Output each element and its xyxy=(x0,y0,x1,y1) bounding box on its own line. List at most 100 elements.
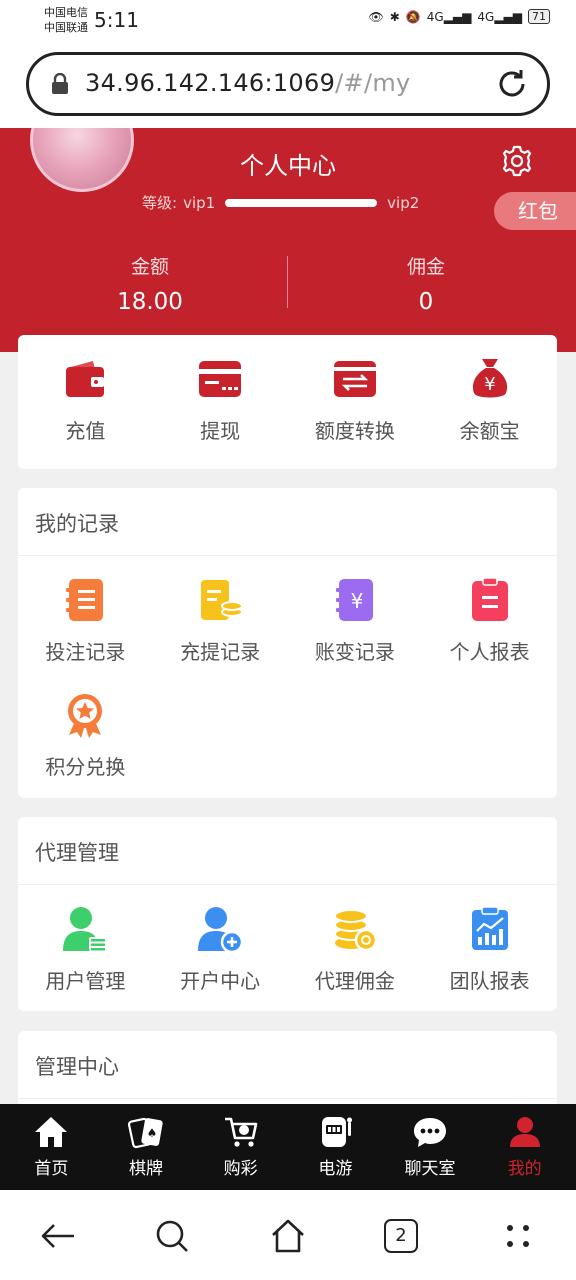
user-manage-button[interactable]: 用户管理 xyxy=(18,885,153,1000)
lock-icon xyxy=(52,73,68,94)
profile-header: 个人中心 等级: vip1 vip2 红包 金额 18.00 佣金 0 xyxy=(0,128,576,352)
address-bar[interactable]: 34.96.142.146:1069/#/my xyxy=(26,52,550,116)
clock: 5:11 xyxy=(94,8,139,32)
more-dots-icon[interactable] xyxy=(498,1216,538,1256)
bottom-tab-bar: 首页 ♠ 棋牌 购彩 电游 聊天室 我的 xyxy=(0,1104,576,1190)
agent-title: 代理管理 xyxy=(18,817,557,885)
tab-mine[interactable]: 我的 xyxy=(477,1104,572,1190)
tab-chatroom[interactable]: 聊天室 xyxy=(383,1104,478,1190)
personal-report-button[interactable]: 个人报表 xyxy=(422,556,557,671)
balance-label: 金额 xyxy=(130,256,169,278)
open-account-button[interactable]: 开户中心 xyxy=(153,885,288,1000)
status-bar: 中国电信 中国联通 5:11 👁 ✱ 🔕 4G▂▄▆ 4G▂▄▆ 71 xyxy=(0,0,576,42)
withdraw-label: 提现 xyxy=(200,419,241,443)
notebook-icon xyxy=(66,579,104,621)
level-progress-bar xyxy=(225,198,378,207)
tab-cards[interactable]: ♠ 棋牌 xyxy=(99,1104,194,1190)
svg-text:♠: ♠ xyxy=(147,1126,158,1140)
carrier-1: 中国电信 xyxy=(44,6,88,19)
records-card: 我的记录 投注记录 充提记录 ¥ 账变记录 个人报表 积分兑换 xyxy=(18,488,557,798)
user-add-icon xyxy=(198,907,244,953)
browser-toolbar: 34.96.142.146:1069/#/my xyxy=(0,42,576,128)
signal-1: 4G▂▄▆ xyxy=(426,9,472,24)
tabs-count-button[interactable]: 2 xyxy=(384,1219,418,1253)
back-arrow-icon[interactable] xyxy=(38,1216,78,1256)
points-exchange-button[interactable]: 积分兑换 xyxy=(18,671,153,786)
tab-home[interactable]: 首页 xyxy=(4,1104,99,1190)
bet-records-label: 投注记录 xyxy=(45,640,126,664)
transfer-label: 额度转换 xyxy=(314,419,395,443)
tab-cards-label: 棋牌 xyxy=(129,1159,163,1179)
money-bag-icon: ¥ xyxy=(472,359,507,398)
deposit-records-button[interactable]: 充提记录 xyxy=(153,556,288,671)
system-nav-bar: 2 xyxy=(0,1190,576,1280)
eye-icon: 👁 xyxy=(368,9,384,24)
chat-icon xyxy=(414,1118,447,1147)
cards-icon: ♠ xyxy=(128,1117,163,1149)
recharge-label: 充值 xyxy=(65,419,106,443)
commission-value: 0 xyxy=(418,289,434,315)
carrier-2: 中国联通 xyxy=(44,21,88,34)
tab-lottery[interactable]: 购彩 xyxy=(193,1104,288,1190)
user-manage-icon xyxy=(63,907,108,951)
deposit-records-label: 充提记录 xyxy=(180,640,261,664)
home-nav-icon[interactable] xyxy=(268,1216,308,1256)
bluetooth-icon: ✱ xyxy=(389,9,400,24)
yuebao-button[interactable]: ¥ 余额宝 xyxy=(422,335,557,450)
battery-icon: 71 xyxy=(528,9,550,24)
tab-mine-label: 我的 xyxy=(507,1159,542,1179)
medal-icon xyxy=(68,694,103,738)
tab-home-label: 首页 xyxy=(34,1159,69,1179)
team-report-button[interactable]: 团队报表 xyxy=(422,885,557,1000)
search-icon[interactable] xyxy=(152,1216,192,1256)
points-exchange-label: 积分兑换 xyxy=(45,755,126,779)
agent-card: 代理管理 用户管理 开户中心 代理佣金 团队报表 xyxy=(18,817,557,1011)
tab-egames-label: 电游 xyxy=(318,1159,353,1179)
personal-report-label: 个人报表 xyxy=(449,640,530,664)
bet-records-button[interactable]: 投注记录 xyxy=(18,556,153,671)
transfer-button[interactable]: 额度转换 xyxy=(288,335,423,450)
slot-machine-icon xyxy=(322,1117,353,1147)
recharge-button[interactable]: 充值 xyxy=(18,335,153,450)
clipboard-coins-icon xyxy=(201,580,244,620)
url-text[interactable]: 34.96.142.146:1069/#/my xyxy=(85,69,411,97)
report-icon xyxy=(471,577,508,621)
level-next: vip2 xyxy=(387,193,420,212)
team-report-label: 团队报表 xyxy=(449,969,530,993)
account-change-button[interactable]: ¥ 账变记录 xyxy=(288,556,423,671)
commission-block: 佣金 0 xyxy=(282,252,570,315)
signal-2: 4G▂▄▆ xyxy=(477,9,522,24)
yen-book-icon: ¥ xyxy=(335,579,373,621)
svg-text:¥: ¥ xyxy=(351,589,364,613)
vip-level: 等级: vip1 vip2 xyxy=(142,192,419,213)
records-title: 我的记录 xyxy=(18,488,557,556)
tab-lottery-label: 购彩 xyxy=(223,1159,258,1179)
withdraw-button[interactable]: 提现 xyxy=(153,335,288,450)
level-label: 等级: xyxy=(142,194,178,212)
balance-block: 金额 18.00 xyxy=(6,252,294,315)
svg-text:¥: ¥ xyxy=(484,374,495,395)
cart-icon xyxy=(224,1117,257,1147)
transfer-icon xyxy=(333,361,376,397)
agent-commission-button[interactable]: 代理佣金 xyxy=(288,885,423,1000)
open-account-label: 开户中心 xyxy=(180,969,261,993)
wallet-icon xyxy=(66,361,105,397)
carrier-names: 中国电信 中国联通 xyxy=(44,5,88,35)
quick-actions-card: 充值 提现 额度转换 ¥ 余额宝 xyxy=(18,335,557,469)
level-current: vip1 xyxy=(183,193,216,212)
mute-icon: 🔕 xyxy=(405,9,421,24)
reload-icon[interactable] xyxy=(495,67,529,101)
yuebao-label: 余额宝 xyxy=(459,419,520,443)
coins-icon xyxy=(333,909,378,952)
hongbao-button[interactable]: 红包 xyxy=(494,192,576,230)
page-title: 个人中心 xyxy=(240,152,336,180)
profile-icon xyxy=(509,1117,540,1147)
tab-chatroom-label: 聊天室 xyxy=(404,1159,456,1179)
agent-commission-label: 代理佣金 xyxy=(314,969,395,993)
gear-icon[interactable] xyxy=(500,144,534,178)
tab-egames[interactable]: 电游 xyxy=(288,1104,383,1190)
status-icons: 👁 ✱ 🔕 4G▂▄▆ 4G▂▄▆ 71 xyxy=(368,9,550,24)
admin-title: 管理中心 xyxy=(18,1031,557,1099)
chart-clipboard-icon xyxy=(471,906,508,950)
commission-label: 佣金 xyxy=(406,256,445,278)
